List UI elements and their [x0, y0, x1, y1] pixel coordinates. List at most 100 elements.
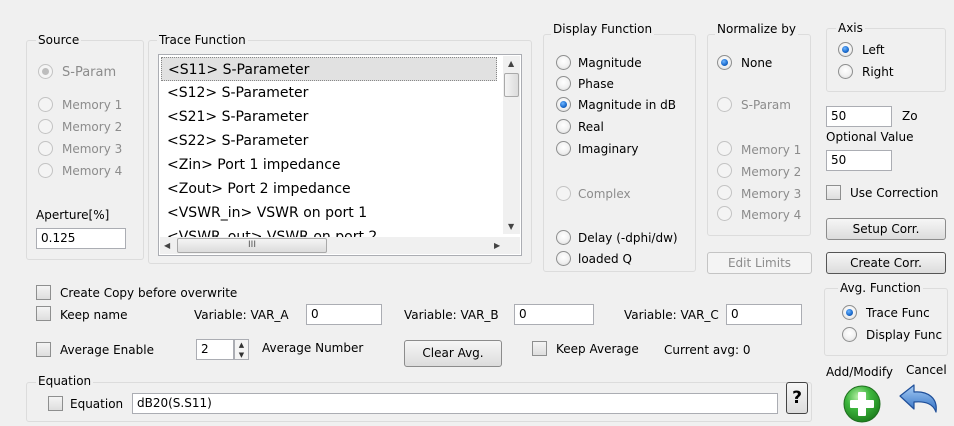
source-memory1-label: Memory 1	[62, 98, 123, 112]
source-memory4-radio[interactable]	[38, 163, 53, 178]
keep-name-label: Keep name	[60, 308, 128, 322]
list-item[interactable]: <S12> S-Parameter	[161, 81, 497, 105]
zo-input[interactable]: 50	[826, 106, 892, 127]
avg-trace-func-label: Trace Func	[866, 306, 930, 320]
spin-up-icon[interactable]: ▲	[235, 340, 248, 350]
trace-function-list[interactable]: <S11> S-Parameter <S12> S-Parameter <S21…	[158, 54, 522, 256]
normalize-title: Normalize by	[715, 22, 798, 36]
avg-function-title: Avg. Function	[838, 281, 923, 295]
normalize-none-radio[interactable]	[717, 55, 732, 70]
keep-average-checkbox[interactable]	[532, 341, 547, 356]
display-complex-radio[interactable]	[556, 186, 571, 201]
scroll-grip: III	[248, 240, 256, 250]
zo-label: Zo	[902, 109, 918, 123]
source-memory3-label: Memory 3	[62, 142, 123, 156]
display-imaginary-radio[interactable]	[556, 141, 571, 156]
display-loaded-q-radio[interactable]	[556, 251, 571, 266]
source-memory2-radio[interactable]	[38, 119, 53, 134]
average-enable-checkbox[interactable]	[36, 342, 51, 357]
display-phase-label: Phase	[578, 77, 614, 91]
display-function-title: Display Function	[551, 22, 655, 36]
source-memory4-label: Memory 4	[62, 164, 123, 178]
display-phase-radio[interactable]	[556, 76, 571, 91]
source-memory2-label: Memory 2	[62, 120, 123, 134]
source-title: Source	[36, 33, 82, 47]
normalize-sparam-label: S-Param	[741, 98, 791, 112]
horizontal-scroll-thumb[interactable]: III	[177, 238, 327, 253]
create-corr-button[interactable]: Create Corr.	[826, 252, 946, 274]
display-magnitude-db-radio[interactable]	[556, 97, 571, 112]
use-correction-checkbox[interactable]	[826, 185, 841, 200]
scroll-left-icon[interactable]: ◀	[164, 241, 170, 250]
help-button[interactable]: ?	[786, 382, 808, 414]
list-item[interactable]: <Zout> Port 2 impedance	[161, 177, 497, 201]
source-memory3-radio[interactable]	[38, 141, 53, 156]
axis-left-radio[interactable]	[838, 42, 853, 57]
display-delay-label: Delay (-dphi/dw)	[578, 231, 678, 245]
avg-display-func-label: Display Func	[866, 328, 943, 342]
display-real-radio[interactable]	[556, 119, 571, 134]
source-memory1-radio[interactable]	[38, 97, 53, 112]
undo-arrow-icon[interactable]	[896, 382, 944, 422]
clear-avg-button[interactable]: Clear Avg.	[404, 340, 502, 367]
average-number-input[interactable]: 2	[196, 339, 234, 360]
normalize-memory1-radio[interactable]	[717, 141, 732, 156]
normalize-memory3-label: Memory 3	[741, 187, 802, 201]
var-a-input[interactable]: 0	[306, 304, 382, 325]
cancel-label: Cancel	[906, 363, 947, 377]
list-horizontal-scrollbar[interactable]: ◀ III ▶	[160, 237, 504, 254]
display-magnitude-radio[interactable]	[556, 55, 571, 70]
scroll-corner	[503, 237, 520, 254]
source-sparam-radio[interactable]	[38, 64, 53, 79]
list-item[interactable]: <S11> S-Parameter	[161, 57, 497, 81]
normalize-sparam-radio[interactable]	[717, 97, 732, 112]
normalize-memory3-radio[interactable]	[717, 185, 732, 200]
scroll-up-icon[interactable]: ▲	[508, 59, 514, 68]
vertical-scroll-thumb[interactable]	[504, 73, 519, 97]
edit-limits-button[interactable]: Edit Limits	[707, 252, 812, 274]
average-enable-label: Average Enable	[60, 343, 154, 357]
current-avg-label: Current avg: 0	[664, 343, 751, 357]
display-delay-radio[interactable]	[556, 230, 571, 245]
setup-corr-button[interactable]: Setup Corr.	[826, 218, 946, 240]
equation-checkbox[interactable]	[48, 396, 63, 411]
display-loaded-q-label: loaded Q	[578, 252, 632, 266]
avg-trace-func-radio[interactable]	[842, 305, 857, 320]
equation-input[interactable]: dB20(S.S11)	[132, 393, 778, 414]
var-c-input[interactable]: 0	[726, 304, 802, 325]
create-copy-checkbox[interactable]	[36, 285, 51, 300]
aperture-label: Aperture[%]	[36, 208, 110, 222]
average-number-spinner[interactable]: ▲ ▼	[234, 339, 249, 360]
normalize-memory2-radio[interactable]	[717, 163, 732, 178]
scroll-down-icon[interactable]: ▼	[508, 222, 514, 231]
var-b-input[interactable]: 0	[514, 304, 594, 325]
var-c-label: Variable: VAR_C	[624, 308, 719, 322]
normalize-memory4-label: Memory 4	[741, 208, 802, 222]
create-copy-label: Create Copy before overwrite	[60, 286, 238, 300]
add-icon[interactable]	[840, 383, 884, 423]
list-item[interactable]: <S21> S-Parameter	[161, 105, 497, 129]
axis-right-radio[interactable]	[838, 64, 853, 79]
equation-checkbox-label: Equation	[70, 397, 124, 411]
display-imaginary-label: Imaginary	[578, 142, 639, 156]
normalize-memory1-label: Memory 1	[741, 143, 802, 157]
scroll-right-icon[interactable]: ▶	[494, 241, 500, 250]
axis-title: Axis	[836, 21, 865, 35]
avg-display-func-radio[interactable]	[842, 327, 857, 342]
equation-title: Equation	[36, 374, 94, 388]
optional-value-input[interactable]: 50	[826, 150, 892, 171]
axis-left-label: Left	[862, 43, 885, 57]
normalize-memory4-radio[interactable]	[717, 206, 732, 221]
list-item[interactable]: <VSWR_in> VSWR on port 1	[161, 201, 497, 225]
list-vertical-scrollbar[interactable]: ▲ ▼	[503, 56, 520, 234]
axis-group	[826, 28, 946, 92]
spin-down-icon[interactable]: ▼	[235, 350, 248, 360]
display-magnitude-db-label: Magnitude in dB	[578, 98, 676, 112]
aperture-input[interactable]: 0.125	[36, 228, 126, 249]
list-item[interactable]: <Zin> Port 1 impedance	[161, 153, 497, 177]
list-item[interactable]: <S22> S-Parameter	[161, 129, 497, 153]
add-modify-label: Add/Modify	[826, 365, 894, 379]
avg-function-group	[824, 288, 948, 356]
keep-name-checkbox[interactable]	[36, 306, 51, 321]
var-a-label: Variable: VAR_A	[194, 308, 289, 322]
